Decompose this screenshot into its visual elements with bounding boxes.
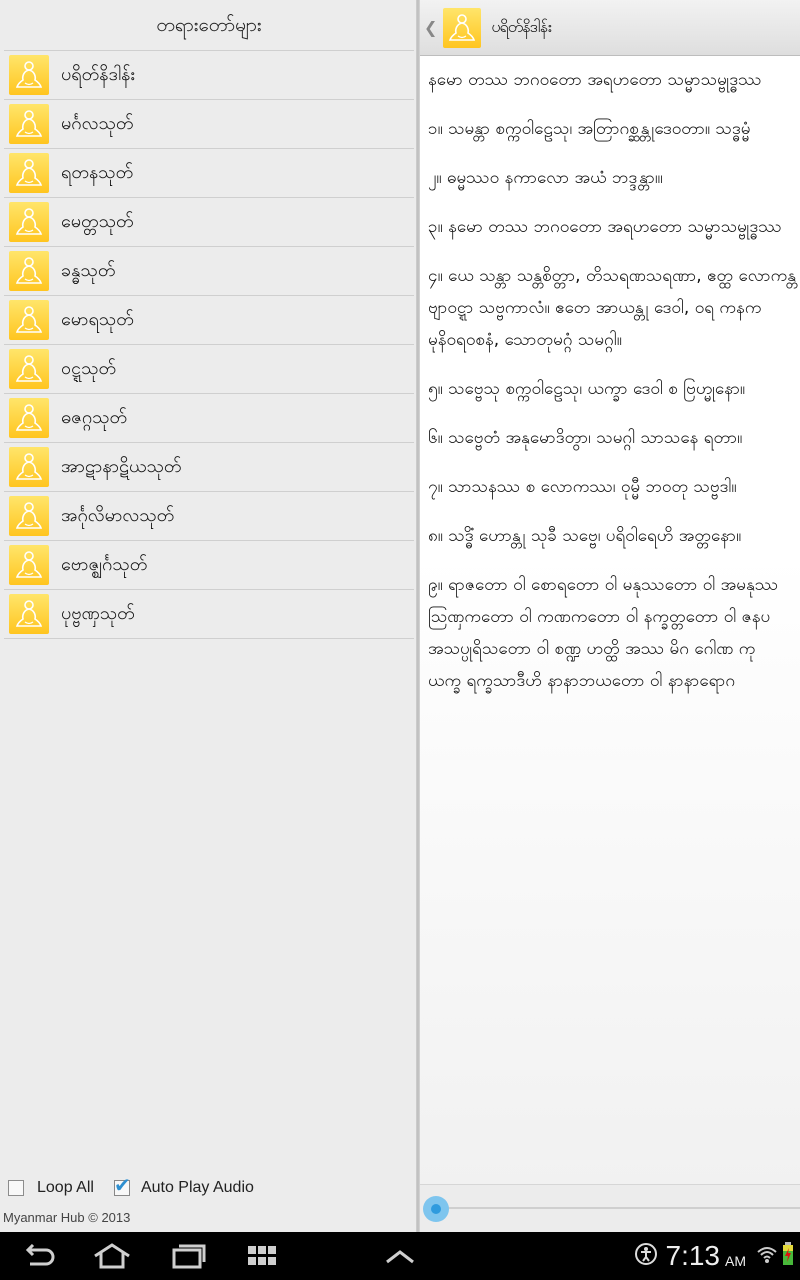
chapter-title: ပရိတ်နိဒါန်း	[491, 16, 552, 36]
chapter-label: ပရိတ်နိဒါန်း	[61, 63, 135, 85]
verse-gap	[428, 145, 800, 162]
buddha-icon	[443, 7, 482, 48]
chapter-label: အင်္ဂုလိမာလသုတ်	[61, 504, 175, 526]
buddha-icon	[9, 55, 49, 95]
reading-header: ❮ ပရိတ်နိဒါန်း	[420, 0, 800, 56]
chapter-label: မောရသုတ်	[61, 308, 134, 330]
buddha-icon	[9, 496, 49, 536]
verse-line: ယက္ခ ရက္ခသာဒီဟိ နာနာဘယတော ဝါ နာနာရောဂ	[428, 671, 736, 691]
auto-play-label[interactable]: Auto Play Audio	[141, 1179, 254, 1197]
home-icon[interactable]	[90, 1240, 134, 1272]
chapter-label: ဗောဇ္ဈင်္ဂသုတ်	[61, 553, 148, 575]
verse-line: ဗျာဝဋ္ဋာ သဗ္ဗကာလံ။ ဧတေ အာယန္တု ဒေဝါ, ဝရ …	[428, 298, 762, 318]
chapter-list-pane: တရားတော်များ ပရိတ်နိဒါန်းမင်္ဂလသုတ်ရတနသု…	[0, 0, 418, 1232]
buddha-icon	[9, 153, 49, 193]
apps-grid-icon[interactable]	[244, 1240, 280, 1272]
buddha-icon	[9, 594, 49, 634]
buddha-icon	[9, 104, 49, 144]
buddha-icon	[9, 202, 49, 242]
verse-line: ၃။ နမော တဿ ဘဂဝတော အရဟတော သမ္မာသမ္ဗုဒ္ဓဿ	[428, 217, 782, 237]
wifi-icon	[756, 1244, 778, 1268]
verse-line: ၄။ ယေ သန္တာ သန္တစိတ္တာ, တိသရဏသရဏာ, ဧတ္ထ …	[428, 266, 797, 286]
chapter-label: ဝဋ္ဋသုတ်	[61, 357, 117, 379]
chapter-label: အာဋာနာဋိယသုတ်	[61, 455, 182, 477]
verse-line: ၆။ သဗ္ဗေတံ အနုမောဒိတွာ၊ သမဂ္ဂါ သာသနေ ရတာ…	[428, 428, 743, 448]
verse-line: နမော တဿ ဘဂဝတော အရဟတော သမ္မာသမ္ဗုဒ္ဓဿ	[428, 70, 762, 90]
chapter-item[interactable]: မောရသုတ်	[4, 296, 414, 345]
buddha-icon	[9, 300, 49, 340]
verse-gap	[428, 552, 800, 569]
loop-all-label[interactable]: Loop All	[37, 1179, 94, 1197]
chapter-item[interactable]: ဓဇဂ္ဂသုတ်	[4, 394, 414, 443]
chapter-label: ပုဗ္ဗဏှသုတ်	[61, 602, 135, 624]
buddha-icon	[9, 251, 49, 291]
verse-gap	[428, 503, 800, 520]
chapter-item[interactable]: အာဋာနာဋိယသုတ်	[4, 443, 414, 492]
chapter-label: မင်္ဂလသုတ်	[61, 112, 134, 134]
verse-text: နမော တဿ ဘဂဝတော အရဟတော သမ္မာသမ္ဗုဒ္ဓဿ၁။ သ…	[428, 64, 800, 697]
verse-gap	[428, 243, 800, 260]
verse-line: အသပ္ပုရိသတော ဝါ စဏ္ဍ ဟတ္ထိ အဿ မိဂ ဂေါဏ က…	[428, 639, 756, 659]
buddha-icon	[9, 349, 49, 389]
verse-gap	[428, 194, 800, 211]
system-navigation-bar: 7:13 AM	[0, 1232, 800, 1280]
buddha-icon	[9, 398, 49, 438]
chapter-item[interactable]: အင်္ဂုလိမာလသုတ်	[4, 492, 414, 541]
audio-seek-bar[interactable]	[420, 1184, 800, 1232]
buddha-icon	[9, 447, 49, 487]
seek-thumb[interactable]	[423, 1196, 449, 1222]
chevron-up-icon[interactable]	[380, 1240, 420, 1272]
chapter-item[interactable]: မင်္ဂလသုတ်	[4, 100, 414, 149]
chapter-item[interactable]: မေတ္တသုတ်	[4, 198, 414, 247]
battery-icon	[782, 1242, 794, 1270]
playback-options: Loop All ✔ Auto Play Audio	[0, 1170, 418, 1206]
checkmark-icon: ✔	[113, 1173, 131, 1197]
back-icon[interactable]	[18, 1240, 58, 1272]
verse-gap	[428, 96, 800, 113]
chevron-left-icon[interactable]: ❮	[424, 18, 437, 37]
status-area: 7:13 AM	[634, 1232, 795, 1280]
verse-line: ၁။ သမန္တာ စက္ကဝါဠေသု၊ အတြာဂစ္ဆန္တုဒေဝတာ။…	[428, 119, 751, 139]
recent-apps-icon[interactable]	[168, 1240, 208, 1272]
seek-track[interactable]	[432, 1207, 800, 1209]
chapter-label: မေတ္တသုတ်	[61, 210, 134, 232]
list-title: တရားတော်များ	[156, 14, 262, 36]
clock-time: 7:13	[665, 1240, 721, 1271]
chapter-item[interactable]: ပုဗ္ဗဏှသုတ်	[4, 590, 414, 639]
auto-play-checkbox[interactable]: ✔	[113, 1175, 131, 1196]
verse-line: ၂။ ဓမ္မဿဝ နကာလော အယံ ဘဒ္ဒန္တာ၊။	[428, 168, 663, 188]
chapter-label: ခန္ဓသုတ်	[61, 259, 116, 281]
reading-pane: ❮ ပရိတ်နိဒါန်း နမော တဿ ဘဂဝတော အရဟတော သမ္…	[420, 0, 800, 1232]
chapter-item[interactable]: ခန္ဓသုတ်	[4, 247, 414, 296]
buddha-icon	[9, 545, 49, 585]
chapter-item[interactable]: ဝဋ္ဋသုတ်	[4, 345, 414, 394]
copyright-text: Myanmar Hub © 2013	[3, 1210, 131, 1225]
verse-gap	[428, 405, 800, 422]
chapter-label: ဓဇဂ္ဂသုတ်	[61, 406, 128, 428]
chapter-item[interactable]: ပရိတ်နိဒါန်း	[4, 51, 414, 100]
chapter-item[interactable]: ရတနသုတ်	[4, 149, 414, 198]
verse-line: မုနိဝရဝစနံ, သောတုမဂ္ဂံ သမဂ္ဂါ။	[428, 330, 622, 350]
verse-line: ၈။ သဒ္ဓိံ ဟောန္တု သုခီ သဗ္ဗေ၊ ပရိဝါရေဟိ …	[428, 526, 742, 546]
clock-ampm: AM	[725, 1253, 746, 1269]
chapter-list: ပရိတ်နိဒါန်းမင်္ဂလသုတ်ရတနသုတ်မေတ္တသုတ်ခန…	[4, 50, 414, 639]
verse-line: ၇။ သာသနဿ စ လောကဿ၊ ဝုမ္မီ ဘဝတု သဗ္ဗဒါ။	[428, 477, 737, 497]
loop-all-checkbox[interactable]	[8, 1180, 24, 1196]
verse-gap	[428, 356, 800, 373]
accessibility-icon	[634, 1242, 658, 1270]
verse-gap	[428, 454, 800, 471]
verse-line: ၅။ သဗ္ဗေသု စက္ကဝါဠေသု၊ ယက္ခာ ဒေဝါ စ ဗြဟ္…	[428, 379, 746, 399]
verse-line: ၉။ ရာဇတော ဝါ စောရတော ဝါ မနုဿတော ဝါ အမနုဿ	[428, 575, 779, 595]
chapter-item[interactable]: ဗောဇ္ဈင်္ဂသုတ်	[4, 541, 414, 590]
verse-line: ဩဏှကတော ဝါ ကဏကတော ဝါ နက္ခတ္တတော ဝါ ဇနပ	[428, 607, 771, 627]
chapter-label: ရတနသုတ်	[61, 161, 134, 183]
